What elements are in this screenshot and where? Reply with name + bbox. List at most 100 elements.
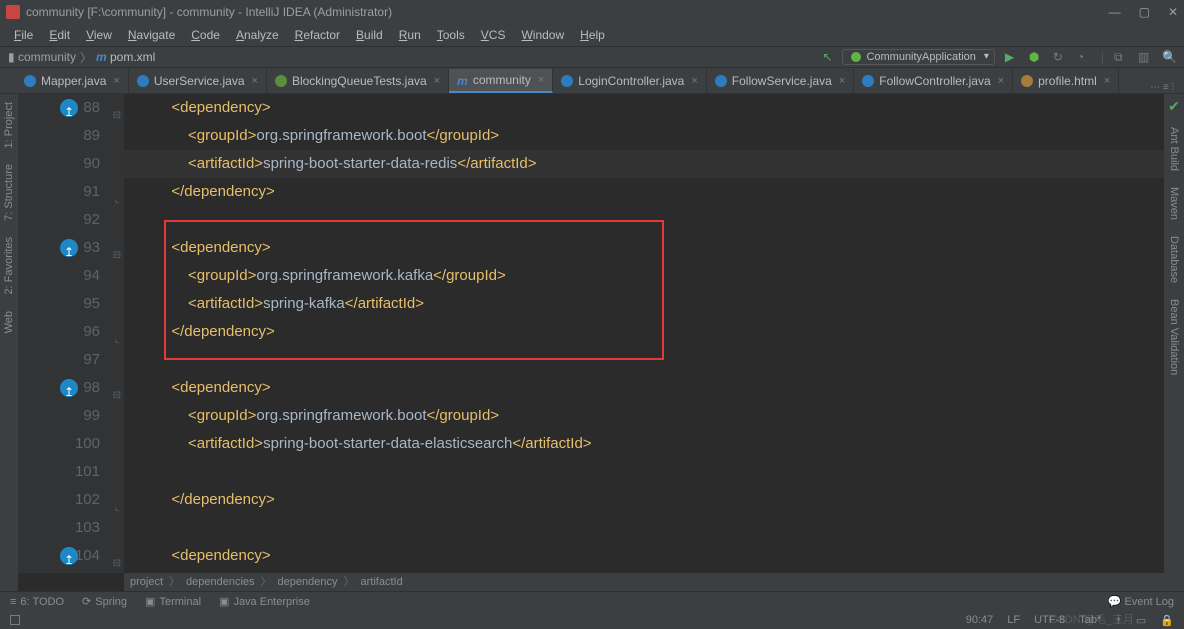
close-icon[interactable]: × (998, 75, 1004, 87)
line-number[interactable]: 95 (18, 290, 100, 318)
line-number[interactable]: 104 (18, 542, 100, 570)
menu-vcs[interactable]: VCS (473, 28, 514, 42)
tool-7-structure[interactable]: 7: Structure (3, 156, 15, 229)
debug-button[interactable]: ⬢ (1029, 50, 1043, 64)
menu-code[interactable]: Code (183, 28, 228, 42)
code-line[interactable]: <dependency> (124, 94, 1164, 122)
event-log-button[interactable]: 💬 Event Log (1108, 595, 1174, 608)
tool-maven[interactable]: Maven (1168, 179, 1180, 228)
code-line[interactable]: </dependency> (124, 486, 1164, 514)
fold-start-icon[interactable]: ⊟ (112, 382, 122, 410)
tab-followservice-java[interactable]: FollowService.java× (707, 69, 854, 93)
menu-analyze[interactable]: Analyze (228, 28, 287, 42)
bottom-tool-6-todo[interactable]: ≡6: TODO (10, 596, 64, 608)
menu-edit[interactable]: Edit (41, 28, 78, 42)
tab-community[interactable]: mcommunity× (449, 69, 553, 93)
code-line[interactable] (124, 206, 1164, 234)
fold-start-icon[interactable]: ⊟ (112, 242, 122, 270)
code-line[interactable]: <dependency> (124, 542, 1164, 570)
menu-navigate[interactable]: Navigate (120, 28, 183, 42)
back-button[interactable]: ↖ (822, 50, 832, 64)
code-line[interactable]: <dependency> (124, 374, 1164, 402)
menu-file[interactable]: File (6, 28, 41, 42)
tool-2-favorites[interactable]: 2: Favorites (3, 229, 15, 302)
menu-window[interactable]: Window (513, 28, 572, 42)
code-line[interactable] (124, 514, 1164, 542)
fold-end-icon[interactable]: ⌞ (112, 186, 122, 214)
run-with-coverage-button[interactable]: ↻ (1053, 50, 1067, 64)
bottom-tool-terminal[interactable]: ▣Terminal (145, 595, 201, 608)
close-icon[interactable]: × (252, 75, 258, 87)
bottom-tool-java-enterprise[interactable]: ▣Java Enterprise (219, 595, 310, 608)
line-number[interactable]: 96 (18, 318, 100, 346)
menu-build[interactable]: Build (348, 28, 391, 42)
tool-bean-validation[interactable]: Bean Validation (1168, 291, 1180, 383)
code-line[interactable]: </dependency> (124, 178, 1164, 206)
line-number[interactable]: 90 (18, 150, 100, 178)
inspection-ok-icon[interactable]: ✔ (1168, 94, 1180, 119)
close-icon[interactable]: × (1104, 75, 1110, 87)
fold-start-icon[interactable]: ⊟ (112, 102, 122, 130)
close-icon[interactable]: × (839, 75, 845, 87)
code-line[interactable]: <artifactId>spring-kafka</artifactId> (124, 290, 1164, 318)
menu-run[interactable]: Run (391, 28, 429, 42)
tab-userservice-java[interactable]: UserService.java× (129, 69, 267, 93)
line-number[interactable]: 94 (18, 262, 100, 290)
caret-position[interactable]: 90:47 (966, 614, 994, 627)
line-number[interactable]: 102 (18, 486, 100, 514)
line-number[interactable]: 99 (18, 402, 100, 430)
close-button[interactable]: ✕ (1168, 5, 1178, 19)
search-everywhere-button[interactable]: 🔍 (1162, 50, 1176, 64)
line-number[interactable]: 92 (18, 206, 100, 234)
tabs-more[interactable]: ⋯ ≡ ⫶ (1140, 82, 1184, 93)
close-icon[interactable]: × (691, 75, 697, 87)
fold-end-icon[interactable]: ⌞ (112, 326, 122, 354)
line-separator[interactable]: LF (1007, 614, 1020, 627)
tool-web[interactable]: Web (3, 303, 15, 341)
code-breadcrumb[interactable]: project〉dependencies〉dependency〉artifact… (124, 573, 1164, 591)
line-number[interactable]: 91 (18, 178, 100, 206)
menu-view[interactable]: View (78, 28, 120, 42)
bottom-tool-spring[interactable]: ⟳Spring (82, 595, 127, 608)
close-icon[interactable]: × (113, 75, 119, 87)
menu-help[interactable]: Help (572, 28, 613, 42)
editor[interactable]: 888990919293949596979899100101102103104 … (18, 94, 1164, 591)
layout2-button[interactable]: ▥ (1138, 50, 1152, 64)
project-breadcrumb[interactable]: ▮ community 〉 m pom.xml (8, 49, 155, 66)
code-line[interactable] (124, 346, 1164, 374)
line-number[interactable]: 101 (18, 458, 100, 486)
layout-button[interactable]: ⧉ (1114, 50, 1128, 64)
tab-profile-html[interactable]: profile.html× (1013, 69, 1119, 93)
code-line[interactable]: <groupId>org.springframework.boot</group… (124, 122, 1164, 150)
code-area[interactable]: <dependency> <groupId>org.springframewor… (124, 94, 1164, 573)
tool-ant-build[interactable]: Ant Build (1168, 119, 1180, 179)
tool-1-project[interactable]: 1: Project (3, 94, 15, 156)
line-number[interactable]: 97 (18, 346, 100, 374)
fold-bar[interactable]: ⊟⊟⊟⊟⌞⌞⌞ (110, 94, 124, 573)
editor-gutter[interactable]: 888990919293949596979899100101102103104 (18, 94, 110, 573)
code-line[interactable] (124, 458, 1164, 486)
code-line[interactable]: </dependency> (124, 318, 1164, 346)
tab-followcontroller-java[interactable]: FollowController.java× (854, 69, 1013, 93)
tool-database[interactable]: Database (1168, 228, 1180, 291)
minimize-button[interactable]: — (1109, 5, 1121, 19)
close-icon[interactable]: × (434, 75, 440, 87)
run-button[interactable]: ▶ (1005, 50, 1019, 64)
code-line[interactable]: <groupId>org.springframework.boot</group… (124, 402, 1164, 430)
maximize-button[interactable]: ▢ (1139, 5, 1150, 19)
tab-mapper-java[interactable]: Mapper.java× (16, 69, 129, 93)
line-number[interactable]: 88 (18, 94, 100, 122)
profile-button[interactable]: ◔ (1077, 50, 1091, 64)
status-icon[interactable] (10, 615, 20, 625)
fold-start-icon[interactable]: ⊟ (112, 550, 122, 578)
code-line[interactable]: <dependency> (124, 234, 1164, 262)
line-number[interactable]: 100 (18, 430, 100, 458)
menu-refactor[interactable]: Refactor (287, 28, 348, 42)
tab-logincontroller-java[interactable]: LoginController.java× (553, 69, 707, 93)
line-number[interactable]: 89 (18, 122, 100, 150)
lock-icon[interactable]: 🔒 (1160, 614, 1174, 627)
close-icon[interactable]: × (538, 74, 544, 86)
run-config-selector[interactable]: CommunityApplication (842, 49, 994, 65)
memory-indicator[interactable]: ▭ (1136, 614, 1146, 627)
tab-blockingqueuetests-java[interactable]: BlockingQueueTests.java× (267, 69, 449, 93)
